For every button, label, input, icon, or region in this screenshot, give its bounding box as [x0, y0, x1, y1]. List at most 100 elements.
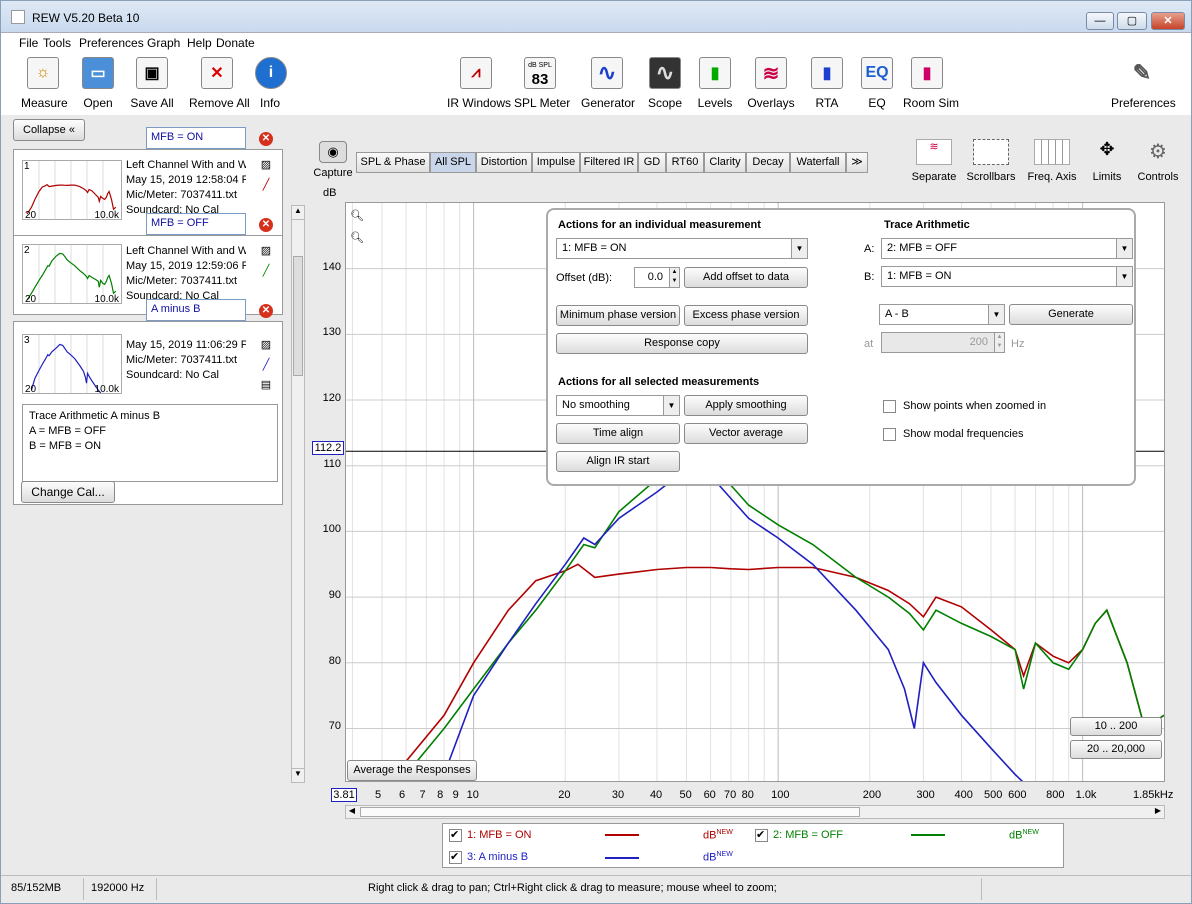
- tab-filtered-ir[interactable]: Filtered IR: [580, 152, 638, 173]
- edit-measurement-icon[interactable]: ▨: [258, 158, 274, 172]
- tab-all-spl[interactable]: All SPL: [430, 152, 476, 173]
- legend-checkbox-1[interactable]: ✔: [449, 829, 462, 842]
- legend-label-3: 3: A minus B: [467, 851, 529, 863]
- menu-donate[interactable]: Donate: [216, 36, 255, 50]
- operation-select[interactable]: A - B ▼: [879, 304, 1005, 325]
- trace-a-select[interactable]: 2: MFB = OFF ▼: [881, 238, 1133, 259]
- measurements-scrollbar[interactable]: ▲ ▼: [291, 205, 305, 783]
- edit-measurement-icon[interactable]: ▨: [258, 244, 274, 258]
- vector-average-button[interactable]: Vector average: [684, 423, 808, 444]
- zoom-in-icon[interactable]: 🔍︎: [350, 209, 364, 222]
- preferences-button[interactable]: ✎ Preferences: [1111, 57, 1176, 110]
- generate-button[interactable]: Generate: [1009, 304, 1133, 325]
- memory-status: 85/152MB: [11, 882, 62, 894]
- tab-waterfall[interactable]: Waterfall: [790, 152, 846, 173]
- menu-file[interactable]: File: [19, 36, 38, 50]
- remove-measurement-2-icon[interactable]: ✕: [259, 218, 273, 232]
- generator-button[interactable]: ∿ Generator: [581, 57, 635, 110]
- tab-impulse[interactable]: Impulse: [532, 152, 580, 173]
- measurement-notes[interactable]: Trace Arithmetic A minus BA = MFB = OFF B…: [22, 404, 278, 482]
- offset-input[interactable]: 0.0 ▲ ▼: [634, 267, 680, 288]
- tab-spl-phase[interactable]: SPL & Phase: [356, 152, 430, 173]
- collapse-button[interactable]: Collapse «: [13, 119, 85, 141]
- tab-distortion[interactable]: Distortion: [476, 152, 532, 173]
- spl-meter-button[interactable]: dB SPL 83 SPL Meter: [514, 57, 570, 110]
- tab-decay[interactable]: Decay: [746, 152, 790, 173]
- save-all-button[interactable]: ▣ Save All: [129, 57, 175, 110]
- ir-windows-button[interactable]: ⩘ IR Windows: [447, 57, 511, 110]
- maximize-button[interactable]: ▢: [1117, 12, 1147, 30]
- average-responses-button[interactable]: Average the Responses: [347, 760, 477, 781]
- tabs-overflow-button[interactable]: ≫: [846, 152, 868, 173]
- capture-button[interactable]: ◉ Capture: [313, 141, 353, 179]
- color-picker-icon[interactable]: ╱: [258, 358, 274, 372]
- change-cal-button[interactable]: Change Cal...: [21, 481, 115, 503]
- response-copy-button[interactable]: Response copy: [556, 333, 808, 354]
- x-tick-label: 1.0k: [1075, 789, 1097, 801]
- show-points-checkbox[interactable]: [883, 400, 896, 413]
- separate-button[interactable]: ≋ Separate: [906, 139, 962, 183]
- zoom-10-200-button[interactable]: 10 .. 200: [1070, 717, 1162, 736]
- measurement-select[interactable]: 1: MFB = ON ▼: [556, 238, 808, 259]
- eq-button[interactable]: EQ EQ: [861, 57, 893, 110]
- smoothing-select[interactable]: No smoothing ▼: [556, 395, 680, 416]
- x-tick-label: 8: [437, 789, 444, 801]
- controls-button[interactable]: ⚙ Controls: [1133, 139, 1183, 183]
- zoom-20-20000-button[interactable]: 20 .. 20,000: [1070, 740, 1162, 759]
- overlays-button[interactable]: ≋ Overlays: [747, 57, 795, 110]
- menu-graph[interactable]: Graph: [147, 36, 180, 50]
- remove-measurement-1-icon[interactable]: ✕: [259, 132, 273, 146]
- excess-phase-button[interactable]: Excess phase version: [684, 305, 808, 326]
- measurement-name-3[interactable]: A minus B: [146, 299, 246, 321]
- scroll-down-icon[interactable]: ▼: [292, 768, 304, 782]
- scroll-right-icon[interactable]: ▶: [1152, 806, 1164, 815]
- rta-button[interactable]: ▮ RTA: [811, 57, 843, 110]
- show-modal-checkbox[interactable]: [883, 428, 896, 441]
- minimize-button[interactable]: —: [1086, 12, 1114, 30]
- graph-hscrollbar[interactable]: ◀ ▶: [345, 805, 1165, 819]
- info-button[interactable]: i Info: [255, 57, 287, 110]
- gear-icon: ⚙: [1149, 141, 1167, 163]
- edit-measurement-icon[interactable]: ▨: [258, 338, 274, 352]
- apply-smoothing-button[interactable]: Apply smoothing: [684, 395, 808, 416]
- notes-icon[interactable]: ▤: [258, 378, 274, 392]
- limits-button[interactable]: ✥ Limits: [1083, 139, 1131, 183]
- minimum-phase-button[interactable]: Minimum phase version: [556, 305, 680, 326]
- legend-checkbox-2[interactable]: ✔: [755, 829, 768, 842]
- add-offset-button[interactable]: Add offset to data: [684, 267, 808, 288]
- measurement-card-3[interactable]: 3 20 10.0k May 15, 2019 11:06:29 PI Mic/Met…: [13, 321, 283, 505]
- scroll-up-icon[interactable]: ▲: [292, 206, 304, 220]
- legend-checkbox-3[interactable]: ✔: [449, 851, 462, 864]
- zoom-out-icon[interactable]: 🔍︎: [350, 231, 364, 244]
- tab-gd[interactable]: GD: [638, 152, 666, 173]
- scope-button[interactable]: ∿ Scope: [647, 57, 683, 110]
- hscroll-thumb[interactable]: [360, 807, 860, 817]
- align-ir-start-button[interactable]: Align IR start: [556, 451, 680, 472]
- tab-rt60[interactable]: RT60: [666, 152, 704, 173]
- measurement-name-1[interactable]: MFB = ON: [146, 127, 246, 149]
- remove-measurement-3-icon[interactable]: ✕: [259, 304, 273, 318]
- offset-stepper[interactable]: ▲ ▼: [669, 268, 679, 287]
- scroll-thumb[interactable]: [293, 256, 303, 376]
- measurement-name-2[interactable]: MFB = OFF: [146, 213, 246, 235]
- menu-tools[interactable]: Tools: [43, 36, 71, 50]
- remove-all-button[interactable]: ✕ Remove All: [189, 57, 250, 110]
- frequency-input[interactable]: 200 ▲ ▼: [881, 332, 1005, 353]
- frequency-stepper[interactable]: ▲ ▼: [994, 333, 1004, 352]
- menu-help[interactable]: Help: [187, 36, 212, 50]
- close-button[interactable]: ✕: [1151, 12, 1185, 30]
- menu-preferences[interactable]: Preferences: [79, 36, 144, 50]
- tab-clarity[interactable]: Clarity: [704, 152, 746, 173]
- measure-button[interactable]: ☼ Measure: [21, 57, 68, 110]
- color-picker-icon[interactable]: ╱: [258, 264, 274, 278]
- scrollbars-button[interactable]: Scrollbars: [963, 139, 1019, 183]
- time-align-button[interactable]: Time align: [556, 423, 680, 444]
- room-sim-button[interactable]: ▮ Room Sim: [903, 57, 959, 110]
- scroll-left-icon[interactable]: ◀: [346, 806, 358, 815]
- freq-axis-button[interactable]: Freq. Axis: [1023, 139, 1081, 183]
- trace-b-select[interactable]: 1: MFB = ON ▼: [881, 266, 1133, 287]
- series-line-3: [443, 468, 1037, 795]
- color-picker-icon[interactable]: ╱: [258, 178, 274, 192]
- levels-button[interactable]: ▮ Levels: [697, 57, 733, 110]
- open-button[interactable]: ▭ Open: [79, 57, 117, 110]
